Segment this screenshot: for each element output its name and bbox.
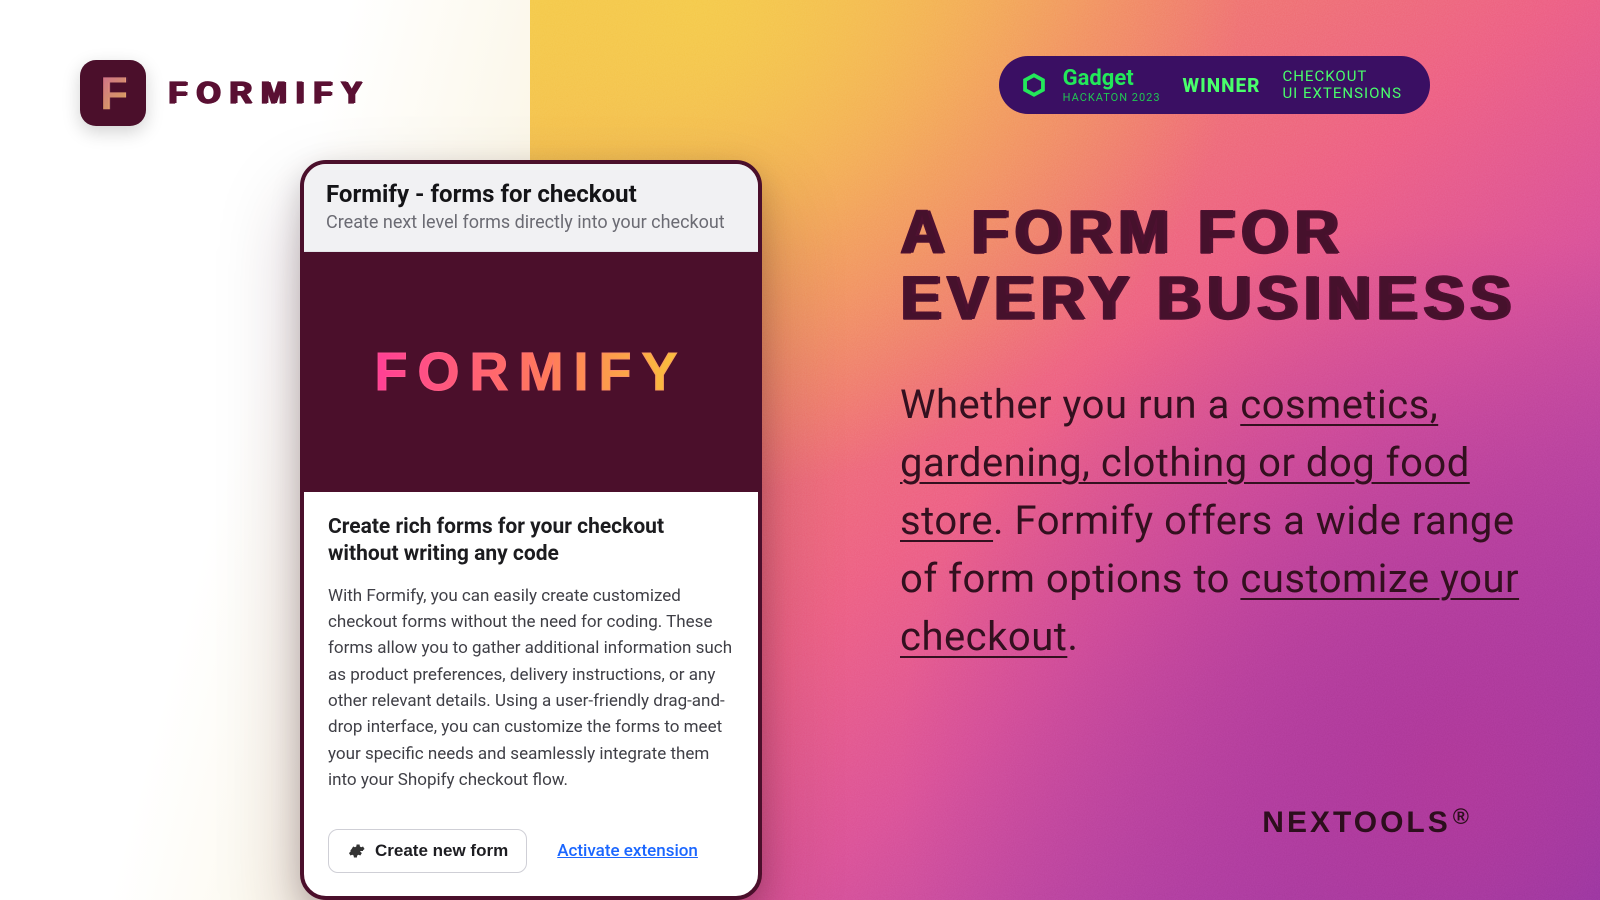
card-subtitle: Create next level forms directly into yo… [326, 212, 736, 233]
award-gadget-sub: HACKATON 2023 [1063, 92, 1161, 103]
app-card: Formify - forms for checkout Create next… [300, 160, 762, 900]
marketing-copy: A FORM FOR EVERY BUSINESS Whether you ru… [900, 200, 1560, 666]
headline-l1: A FORM FOR [900, 198, 1344, 266]
brand-logo: F FORMIFY [80, 60, 371, 126]
headline: A FORM FOR EVERY BUSINESS [900, 200, 1560, 332]
card-hero: FORMIFY [304, 252, 758, 492]
hexagon-icon [1021, 72, 1047, 98]
nextools-dot-icon: ® [1453, 804, 1472, 829]
award-category-l1: CHECKOUT [1282, 67, 1367, 85]
create-form-button[interactable]: Create new form [328, 829, 527, 873]
p-pre: Whether you run a [900, 381, 1240, 428]
card-hero-word: FORMIFY [375, 341, 688, 403]
brand-wordmark: FORMIFY [168, 75, 371, 111]
gear-icon [347, 842, 365, 860]
award-gadget: Gadget HACKATON 2023 [1063, 68, 1161, 103]
award-badge: Gadget HACKATON 2023 WINNER CHECKOUT UI … [999, 56, 1430, 114]
card-body-heading: Create rich forms for your checkout with… [328, 514, 734, 569]
nextools-text: NEXTOOLS [1262, 806, 1450, 839]
card-header: Formify - forms for checkout Create next… [304, 164, 758, 252]
activate-extension-link[interactable]: Activate extension [557, 841, 698, 861]
award-gadget-title: Gadget [1063, 68, 1161, 90]
card-body: Create rich forms for your checkout with… [304, 492, 758, 819]
brand-mark-icon: F [100, 66, 126, 120]
card-actions: Create new form Activate extension [304, 819, 758, 900]
card-body-text: With Formify, you can easily create cust… [328, 583, 734, 794]
award-category-l2: UI EXTENSIONS [1282, 84, 1402, 102]
nextools-logo: NEXTOOLS® [1262, 806, 1470, 840]
body-paragraph: Whether you run a cosmetics, gardening, … [900, 376, 1560, 666]
award-winner: WINNER [1183, 74, 1261, 97]
headline-l2: EVERY BUSINESS [900, 264, 1516, 332]
brand-tile: F [80, 60, 146, 126]
card-title: Formify - forms for checkout [326, 180, 736, 208]
p-end: . [1067, 613, 1078, 660]
award-category: CHECKOUT UI EXTENSIONS [1282, 68, 1402, 103]
create-form-button-label: Create new form [375, 841, 508, 861]
stage: F FORMIFY Gadget HACKATON 2023 WINNER CH… [0, 0, 1600, 900]
